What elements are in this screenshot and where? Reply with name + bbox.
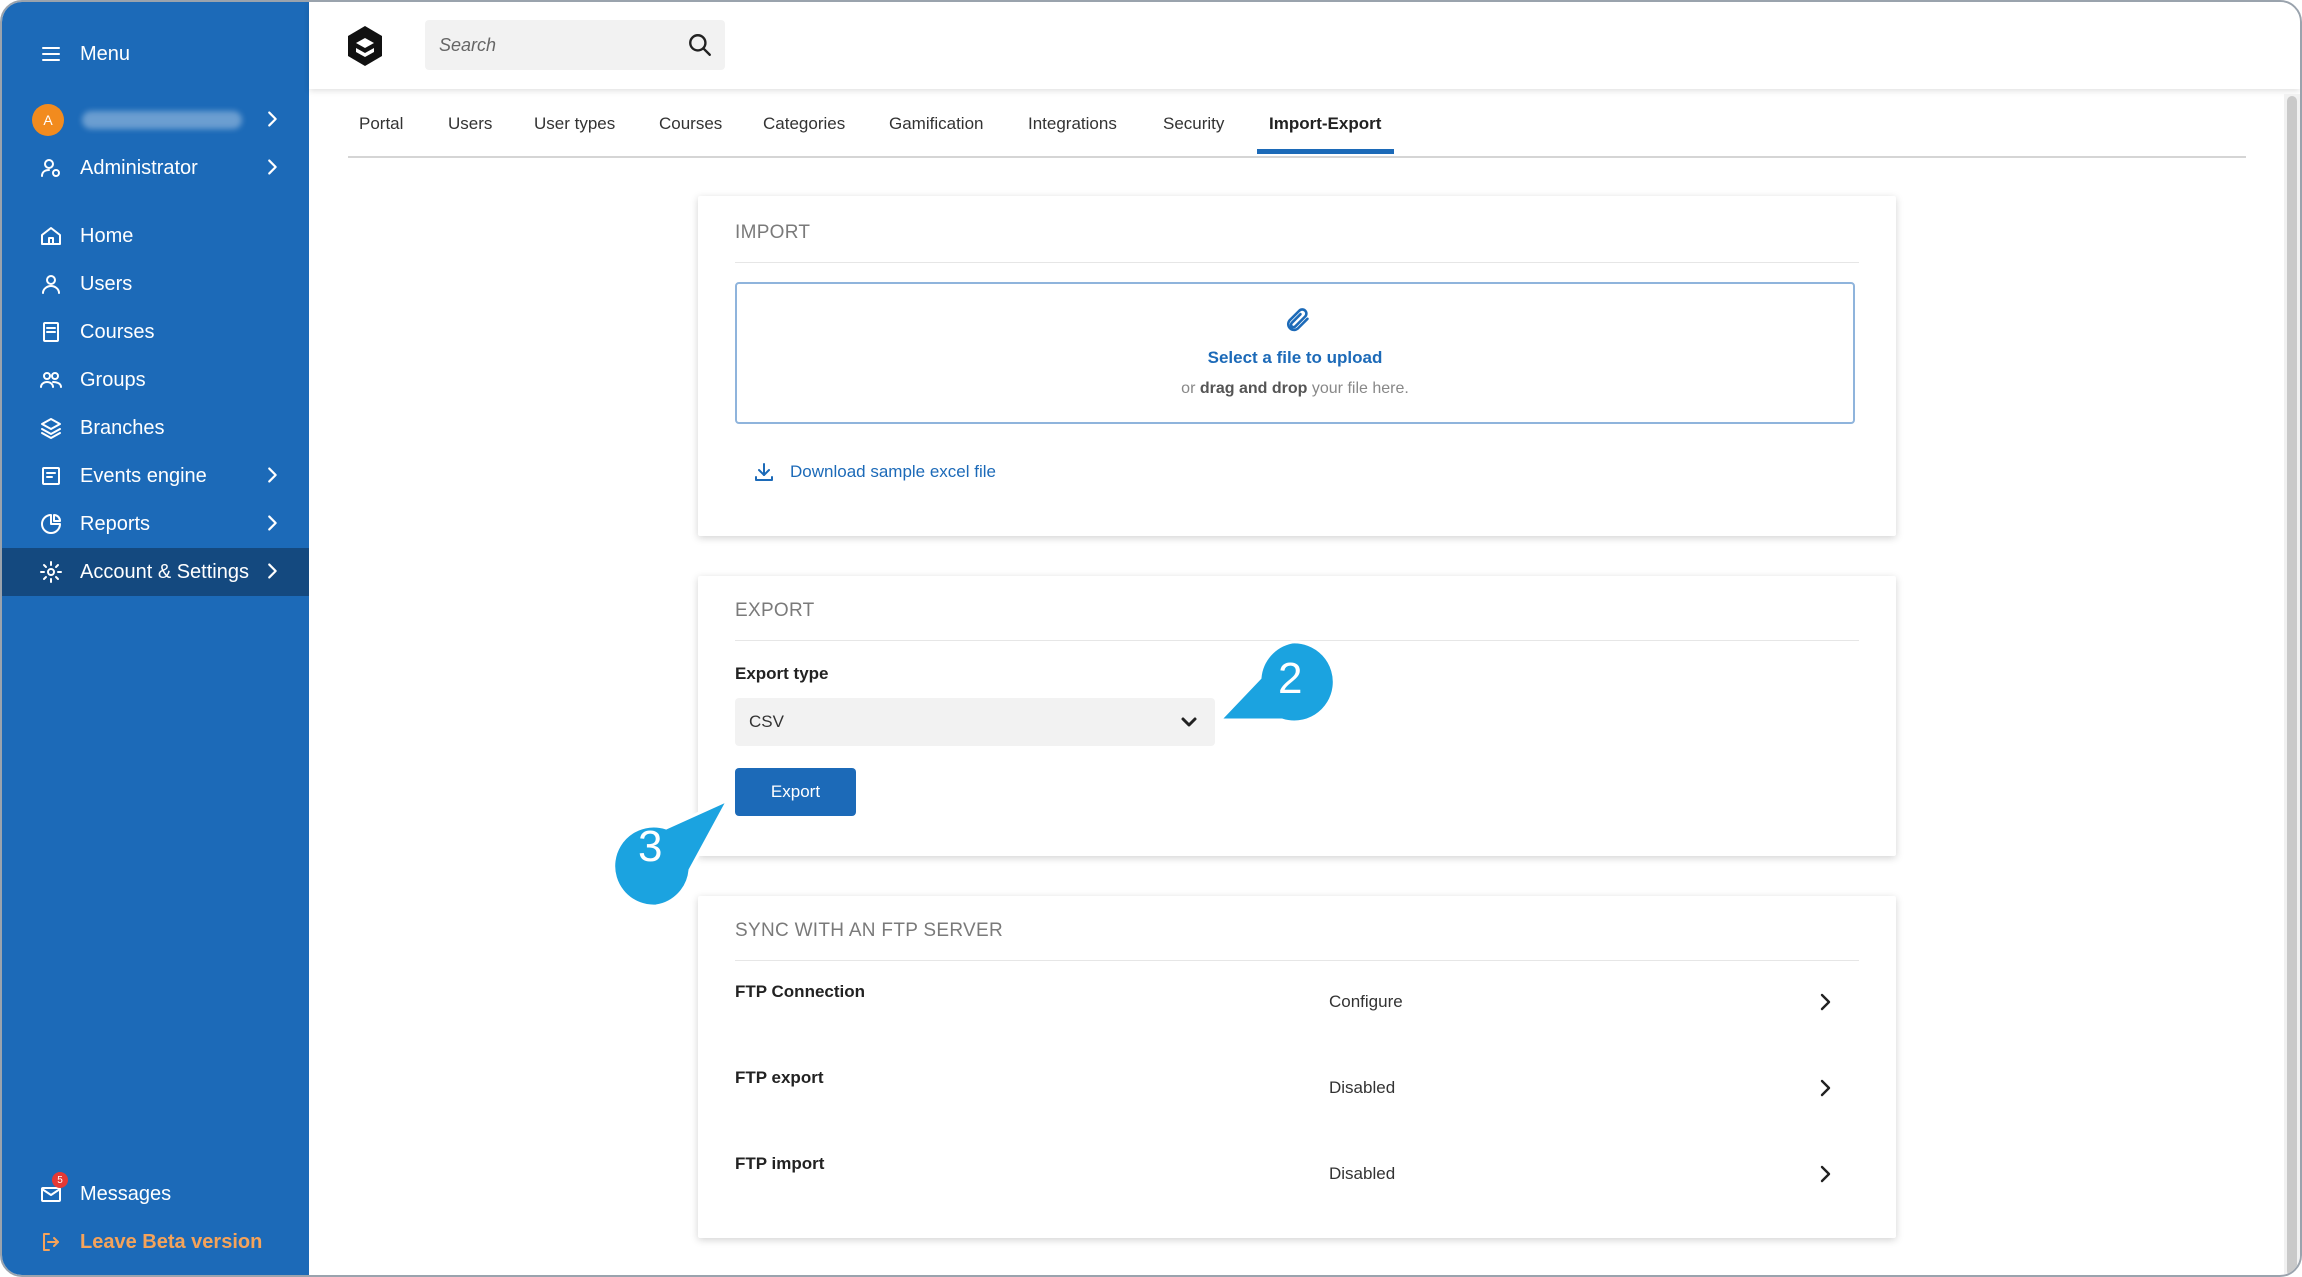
layers-icon [38, 415, 64, 441]
tab-courses[interactable]: Courses [659, 114, 722, 158]
export-type-value: CSV [749, 712, 784, 731]
book-icon [38, 319, 64, 345]
ftp-row-name: FTP import [735, 1154, 825, 1173]
import-title: IMPORT [735, 222, 811, 243]
sidebar-item-label: Account & Settings [80, 560, 249, 583]
sidebar-item-groups[interactable]: Groups [2, 356, 309, 404]
messages-badge: 5 [52, 1172, 68, 1188]
drag-drop-text: drag and drop [1199, 380, 1308, 397]
your-file-text: your file here. [1311, 380, 1409, 397]
sidebar-item-home[interactable]: Home [2, 212, 309, 260]
chevron-right-icon[interactable] [1813, 1076, 1837, 1100]
sidebar-item-label: Administrator [80, 156, 198, 179]
export-type-select[interactable]: CSV [735, 698, 1215, 746]
group-icon [38, 367, 64, 393]
ftp-row-name: FTP export [735, 1068, 824, 1087]
search-input[interactable] [439, 34, 679, 56]
sidebar-item-label: Home [80, 224, 134, 247]
tab-integrations[interactable]: Integrations [1028, 114, 1117, 158]
app-window: Menu A Administrator Home Users Courses [0, 0, 2302, 1277]
ftp-card: SYNC WITH AN FTP SERVER FTP Connection C… [698, 896, 1896, 1238]
home-icon [38, 223, 64, 249]
sidebar-item-label: Branches [80, 416, 165, 439]
step-2-number: 2 [1278, 654, 1303, 703]
divider [735, 960, 1859, 961]
ftp-title: SYNC WITH AN FTP SERVER [735, 920, 1004, 941]
download-sample-link[interactable]: Download sample excel file [752, 460, 996, 484]
leave-beta-label: Leave Beta version [80, 1230, 263, 1253]
ftp-row-value: Disabled [1329, 1164, 1396, 1183]
import-card: IMPORT Select a file to upload or drag a… [698, 196, 1896, 536]
user-icon [38, 271, 64, 297]
sidebar-item-label: Groups [80, 368, 146, 391]
sidebar-item-branches[interactable]: Branches [2, 404, 309, 452]
chevron-down-icon [1177, 710, 1201, 734]
file-dropzone[interactable]: Select a file to upload or drag and drop… [735, 282, 1855, 424]
chevron-right-icon [261, 512, 283, 534]
export-title: EXPORT [735, 600, 815, 621]
chevron-right-icon [261, 464, 283, 486]
sidebar-item-users[interactable]: Users [2, 260, 309, 308]
user-name-blurred [82, 111, 242, 129]
leave-beta-link[interactable]: Leave Beta version [2, 1218, 309, 1266]
chevron-right-icon [261, 108, 283, 130]
sidebar-item-events-engine[interactable]: Events engine [2, 452, 309, 500]
download-icon [755, 463, 773, 481]
ftp-import-row[interactable]: FTP import Disabled [735, 1154, 1855, 1214]
tab-portal[interactable]: Portal [359, 114, 403, 158]
hamburger-icon [38, 41, 64, 67]
step-3-callout: 3 [612, 794, 732, 914]
tab-security[interactable]: Security [1163, 114, 1224, 158]
search-box[interactable] [425, 20, 725, 70]
export-type-label: Export type [735, 664, 829, 683]
user-profile[interactable]: A [2, 96, 309, 144]
sidebar-item-label: Events engine [80, 464, 207, 487]
sidebar-item-administrator[interactable]: Administrator [2, 144, 309, 192]
tab-gamification[interactable]: Gamification [889, 114, 983, 158]
gear-icon [38, 559, 64, 585]
search-icon[interactable] [687, 32, 713, 58]
ftp-row-name: FTP Connection [735, 982, 866, 1001]
chevron-right-icon [261, 560, 283, 582]
chevron-right-icon[interactable] [1813, 990, 1837, 1014]
ftp-export-row[interactable]: FTP export Disabled [735, 1068, 1855, 1128]
chevron-right-icon[interactable] [1813, 1162, 1837, 1186]
sidebar-item-messages[interactable]: 5 Messages [2, 1170, 309, 1218]
calendar-icon [38, 463, 64, 489]
select-file-link[interactable]: Select a file to upload [737, 348, 1853, 368]
ftp-row-value: Configure [1329, 992, 1403, 1011]
tab-categories[interactable]: Categories [763, 114, 845, 158]
or-text: or [1181, 380, 1196, 397]
sidebar-item-label: Courses [80, 320, 155, 343]
avatar: A [32, 104, 64, 136]
exit-icon [38, 1229, 64, 1255]
sidebar-item-label: Messages [80, 1182, 172, 1205]
active-tab-indicator [1257, 149, 1394, 154]
sidebar: Menu A Administrator Home Users Courses [2, 2, 309, 1275]
ftp-connection-row[interactable]: FTP Connection Configure [735, 982, 1855, 1042]
ftp-row-value: Disabled [1329, 1078, 1396, 1097]
user-gear-icon [38, 155, 64, 181]
divider [735, 262, 1859, 263]
pie-chart-icon [38, 511, 64, 537]
paperclip-icon [1282, 306, 1312, 336]
download-sample-label: Download sample excel file [790, 462, 996, 481]
top-bar [309, 2, 2300, 89]
app-logo-icon[interactable] [345, 24, 385, 68]
export-button[interactable]: Export [735, 768, 856, 816]
menu-label: Menu [80, 42, 131, 65]
chevron-right-icon [261, 156, 283, 178]
drag-drop-hint: or drag and drop your file here. [737, 380, 1853, 398]
sidebar-item-label: Users [80, 272, 133, 295]
tab-user-types[interactable]: User types [534, 114, 615, 158]
step-3-number: 3 [638, 822, 663, 871]
sidebar-item-account-settings[interactable]: Account & Settings [2, 548, 309, 596]
sidebar-item-label: Reports [80, 512, 151, 535]
step-2-callout: 2 [1216, 634, 1336, 754]
menu-toggle[interactable]: Menu [2, 30, 309, 78]
tab-users[interactable]: Users [448, 114, 492, 158]
sidebar-item-courses[interactable]: Courses [2, 308, 309, 356]
scrollbar-thumb[interactable] [2287, 96, 2297, 1275]
sidebar-item-reports[interactable]: Reports [2, 500, 309, 548]
